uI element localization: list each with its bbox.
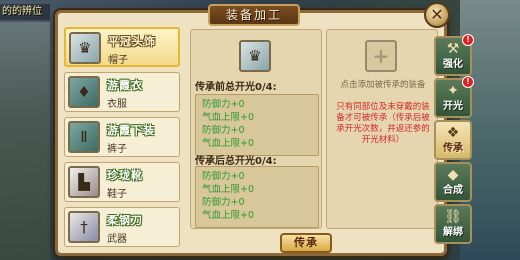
stat-line: 气血上限+0 (202, 138, 255, 149)
before-inherit-title: 传承前总开光0/4: (195, 82, 277, 93)
stat-line: 防御力+0 (202, 197, 245, 208)
inherit-source-box: ♛ 传承前总开光0/4: 防御力+0 气血上限+0 防御力+0 气血上限+0 传… (190, 29, 322, 229)
item-name: 游霞下装 (107, 124, 155, 137)
robe-icon: ♦ (68, 76, 100, 108)
notification-badge: ! (462, 34, 474, 46)
gem-icon: ◆ (447, 167, 459, 183)
equipment-item-hat[interactable]: ♛ 平冠头饰 帽子 (64, 27, 180, 67)
stat-line: 防御力+0 (202, 171, 245, 182)
equipment-item-sword[interactable]: † 柔钢刀 武器 (64, 207, 180, 247)
pants-icon: Ⅱ (68, 121, 100, 153)
side-tab-bar: ⚒ 强化 ! ✦ 开光 ! ❖ 传承 ◆ 合成 ⛓ 解绑 (434, 34, 474, 250)
boots-icon: ▙ (68, 166, 100, 198)
hat-icon: ♛ (69, 32, 101, 64)
close-button[interactable]: ✕ (424, 2, 450, 28)
equipment-item-robe[interactable]: ♦ 游霞衣 衣服 (64, 72, 180, 112)
tab-label: 开光 (443, 101, 463, 112)
tab-label: 解绑 (443, 227, 463, 238)
equipment-item-boots[interactable]: ▙ 珍珑靴 鞋子 (64, 162, 180, 202)
scroll-icon: ❖ (446, 125, 460, 141)
equipment-processing-panel: 装备加工 ♛ 平冠头饰 帽子 ♦ 游霞衣 衣服 Ⅱ 游霞下装 裤子 ▙ 珍珑靴 … (55, 4, 447, 256)
chain-icon: ⛓ (444, 209, 462, 225)
item-type: 鞋子 (107, 189, 127, 200)
tab-unbind[interactable]: ⛓ 解绑 (434, 204, 472, 244)
plus-icon: + (372, 44, 390, 68)
item-name: 柔钢刀 (107, 214, 143, 227)
tab-label: 传承 (443, 143, 463, 154)
item-type: 裤子 (107, 144, 127, 155)
stat-line: 气血上限+0 (202, 210, 255, 221)
after-inherit-stats: 防御力+0 气血上限+0 防御力+0 气血上限+0 (195, 166, 319, 228)
add-target-slot[interactable]: + (365, 40, 397, 72)
tab-label: 强化 (443, 59, 463, 70)
close-icon: ✕ (430, 5, 444, 24)
sword-icon: † (68, 211, 100, 243)
inherit-rule-text: 只有同部位及未穿戴的装备才可被传承（传承后被承开光次数，并返还参的开光材料） (336, 102, 430, 145)
target-hint: 点击添加被传承的装备 (340, 80, 426, 90)
equipment-list: ♛ 平冠头饰 帽子 ♦ 游霞衣 衣服 Ⅱ 游霞下装 裤子 ▙ 珍珑靴 鞋子 † … (64, 27, 182, 251)
stat-line: 防御力+0 (202, 99, 245, 110)
background-scene-left (0, 22, 50, 260)
tab-label: 合成 (443, 185, 463, 196)
inherit-button[interactable]: 传承 (280, 233, 332, 253)
stat-line: 气血上限+0 (202, 184, 255, 195)
item-type: 衣服 (107, 99, 127, 110)
item-type: 武器 (107, 234, 127, 245)
background-location-text: 的的辨位 (0, 4, 50, 20)
window-title: 装备加工 (208, 4, 300, 26)
tab-enhance[interactable]: ⚒ 强化 ! (434, 34, 474, 76)
source-item-slot[interactable]: ♛ (239, 40, 271, 72)
notification-badge: ! (462, 76, 474, 88)
tab-compose[interactable]: ◆ 合成 (434, 162, 472, 202)
after-inherit-title: 传承后总开光0/4: (195, 156, 277, 167)
tab-inherit[interactable]: ❖ 传承 (434, 120, 472, 160)
stat-line: 防御力+0 (202, 125, 245, 136)
hat-icon: ♛ (248, 47, 262, 65)
equipment-item-pants[interactable]: Ⅱ 游霞下装 裤子 (64, 117, 180, 157)
item-name: 游霞衣 (107, 79, 143, 92)
tab-consecrate[interactable]: ✦ 开光 ! (434, 76, 474, 118)
item-name: 珍珑靴 (107, 169, 143, 182)
item-name: 平冠头饰 (108, 35, 156, 48)
inherit-target-box: + 点击添加被传承的装备 只有同部位及未穿戴的装备才可被传承（传承后被承开光次数… (326, 29, 438, 229)
stat-line: 气血上限+0 (202, 112, 255, 123)
item-type: 帽子 (108, 55, 128, 66)
before-inherit-stats: 防御力+0 气血上限+0 防御力+0 气血上限+0 (195, 94, 319, 156)
